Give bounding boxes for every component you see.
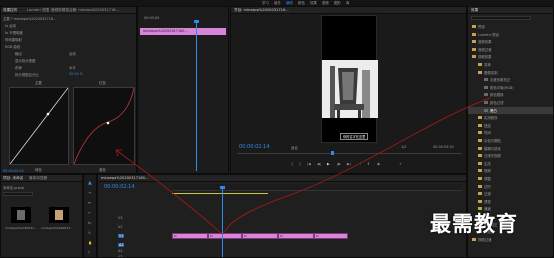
watermark-logo: 最需教育 [430, 211, 518, 236]
arrow-clip-to-curves [115, 149, 223, 235]
